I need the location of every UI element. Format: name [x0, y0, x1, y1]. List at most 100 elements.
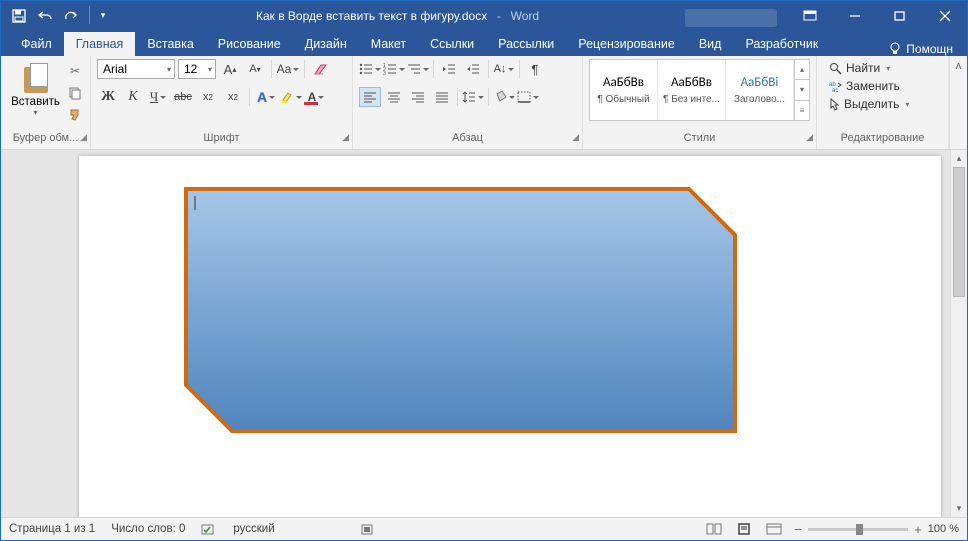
gallery-more-icon[interactable]: ≡ [795, 101, 809, 120]
change-case-icon[interactable]: Aa [277, 59, 299, 79]
gallery-down-icon[interactable]: ▾ [795, 80, 809, 100]
text-effects-icon[interactable]: A [255, 87, 277, 107]
bold-button[interactable]: Ж [97, 87, 119, 107]
macro-record-icon[interactable] [361, 522, 375, 536]
tab-draw[interactable]: Рисование [206, 32, 293, 56]
tab-insert[interactable]: Вставка [135, 32, 205, 56]
tab-design[interactable]: Дизайн [293, 32, 359, 56]
web-layout-icon[interactable] [764, 521, 784, 537]
align-right-icon[interactable] [407, 87, 429, 107]
tell-me[interactable]: Помощн [889, 42, 967, 56]
ribbon-tabs: Файл Главная Вставка Рисование Дизайн Ма… [1, 30, 967, 56]
grow-font-icon[interactable]: A▴ [219, 59, 241, 79]
font-name-combo[interactable]: Arial▾ [97, 59, 175, 79]
underline-button[interactable]: Ч [147, 87, 169, 107]
subscript-button[interactable]: x2 [197, 87, 219, 107]
superscript-button[interactable]: x2 [222, 87, 244, 107]
group-label-editing: Редактирование [817, 132, 948, 149]
zoom-percent[interactable]: 100 % [928, 523, 959, 535]
tab-home[interactable]: Главная [64, 32, 136, 56]
zoom-in-icon[interactable]: + [914, 522, 922, 537]
read-mode-icon[interactable] [704, 521, 724, 537]
word-count[interactable]: Число слов: 0 [111, 523, 185, 535]
tab-references[interactable]: Ссылки [418, 32, 486, 56]
align-center-icon[interactable] [383, 87, 405, 107]
dialog-launcher-icon[interactable]: ◢ [806, 132, 813, 143]
shading-icon[interactable] [493, 87, 515, 107]
cursor-icon [829, 98, 840, 111]
group-label-paragraph: Абзац◢ [353, 132, 582, 149]
find-button[interactable]: Найти▾ [823, 60, 896, 76]
indent-increase-icon[interactable] [462, 59, 484, 79]
shrink-font-icon[interactable]: A▾ [244, 59, 266, 79]
maximize-icon[interactable] [877, 1, 922, 30]
gallery-up-icon[interactable]: ▴ [795, 60, 809, 80]
shape-snip-corner-rectangle[interactable] [183, 186, 738, 434]
page-indicator[interactable]: Страница 1 из 1 [9, 523, 95, 535]
title-bar: ▾ Как в Ворде вставить текст в фигуру.do… [1, 1, 967, 30]
minimize-icon[interactable] [832, 1, 877, 30]
redo-icon[interactable] [59, 4, 83, 28]
select-button[interactable]: Выделить▾ [823, 96, 915, 112]
scroll-up-icon[interactable]: ▴ [951, 150, 967, 167]
scroll-down-icon[interactable]: ▾ [951, 500, 967, 517]
format-painter-icon[interactable] [66, 106, 84, 124]
multilevel-list-icon[interactable] [407, 59, 429, 79]
collapse-ribbon-icon[interactable]: ʌ [949, 56, 967, 149]
style-no-spacing[interactable]: АаБбВв ¶ Без инте... [658, 60, 726, 120]
ribbon-options-icon[interactable] [787, 1, 832, 30]
tab-file[interactable]: Файл [9, 32, 64, 56]
tab-layout[interactable]: Макет [359, 32, 418, 56]
show-marks-icon[interactable]: ¶ [524, 59, 546, 79]
zoom-out-icon[interactable]: − [794, 521, 802, 537]
clear-formatting-icon[interactable] [310, 59, 332, 79]
indent-decrease-icon[interactable] [438, 59, 460, 79]
dialog-launcher-icon[interactable]: ◢ [80, 132, 87, 143]
styles-gallery[interactable]: АаБбВв ¶ Обычный АаБбВв ¶ Без инте... Аа… [589, 59, 810, 121]
font-color-icon[interactable]: A [305, 87, 327, 107]
spellcheck-icon[interactable] [201, 522, 217, 536]
style-heading1[interactable]: АаБбВі Заголово... [726, 60, 794, 120]
scrollbar-thumb[interactable] [953, 167, 965, 297]
vertical-scrollbar[interactable]: ▴ ▾ [950, 150, 967, 517]
group-label-font: Шрифт◢ [91, 132, 352, 149]
dialog-launcher-icon[interactable]: ◢ [572, 132, 579, 143]
language-indicator[interactable]: русский [233, 523, 274, 535]
cut-icon[interactable]: ✂ [66, 62, 84, 80]
strikethrough-button[interactable]: abc [172, 87, 194, 107]
clipboard-icon [20, 61, 52, 95]
font-size-combo[interactable]: 12▾ [178, 59, 216, 79]
status-bar: Страница 1 из 1 Число слов: 0 русский − … [1, 517, 967, 540]
tab-view[interactable]: Вид [687, 32, 734, 56]
line-spacing-icon[interactable] [462, 87, 484, 107]
tab-developer[interactable]: Разработчик [733, 32, 830, 56]
close-icon[interactable] [922, 1, 967, 30]
paste-button[interactable]: Вставить ▾ [7, 59, 64, 117]
align-left-icon[interactable] [359, 87, 381, 107]
qat-customize-icon[interactable]: ▾ [96, 4, 110, 28]
justify-icon[interactable] [431, 87, 453, 107]
print-layout-icon[interactable] [734, 521, 754, 537]
tab-mailings[interactable]: Рассылки [486, 32, 566, 56]
copy-icon[interactable] [66, 84, 84, 102]
undo-icon[interactable] [33, 4, 57, 28]
zoom-slider[interactable] [808, 528, 908, 531]
italic-button[interactable]: К [122, 87, 144, 107]
tab-review[interactable]: Рецензирование [566, 32, 687, 56]
window-title: Как в Ворде вставить текст в фигуру.docx… [110, 9, 685, 23]
numbering-icon[interactable]: 123 [383, 59, 405, 79]
save-icon[interactable] [7, 4, 31, 28]
highlight-icon[interactable] [280, 87, 302, 107]
svg-text:ac: ac [832, 88, 838, 92]
sort-icon[interactable]: А↓ [493, 59, 515, 79]
bullets-icon[interactable] [359, 59, 381, 79]
dialog-launcher-icon[interactable]: ◢ [342, 132, 349, 143]
style-normal[interactable]: АаБбВв ¶ Обычный [590, 60, 658, 120]
borders-icon[interactable] [517, 87, 539, 107]
page[interactable] [79, 156, 941, 517]
replace-button[interactable]: abacЗаменить [823, 78, 906, 94]
account-pill[interactable] [685, 9, 777, 27]
document-area: ▴ ▾ [1, 150, 967, 517]
ribbon: Вставить ▾ ✂ Буфер обм...◢ Arial▾ 12▾ A▴… [1, 56, 967, 150]
search-icon [829, 62, 842, 75]
